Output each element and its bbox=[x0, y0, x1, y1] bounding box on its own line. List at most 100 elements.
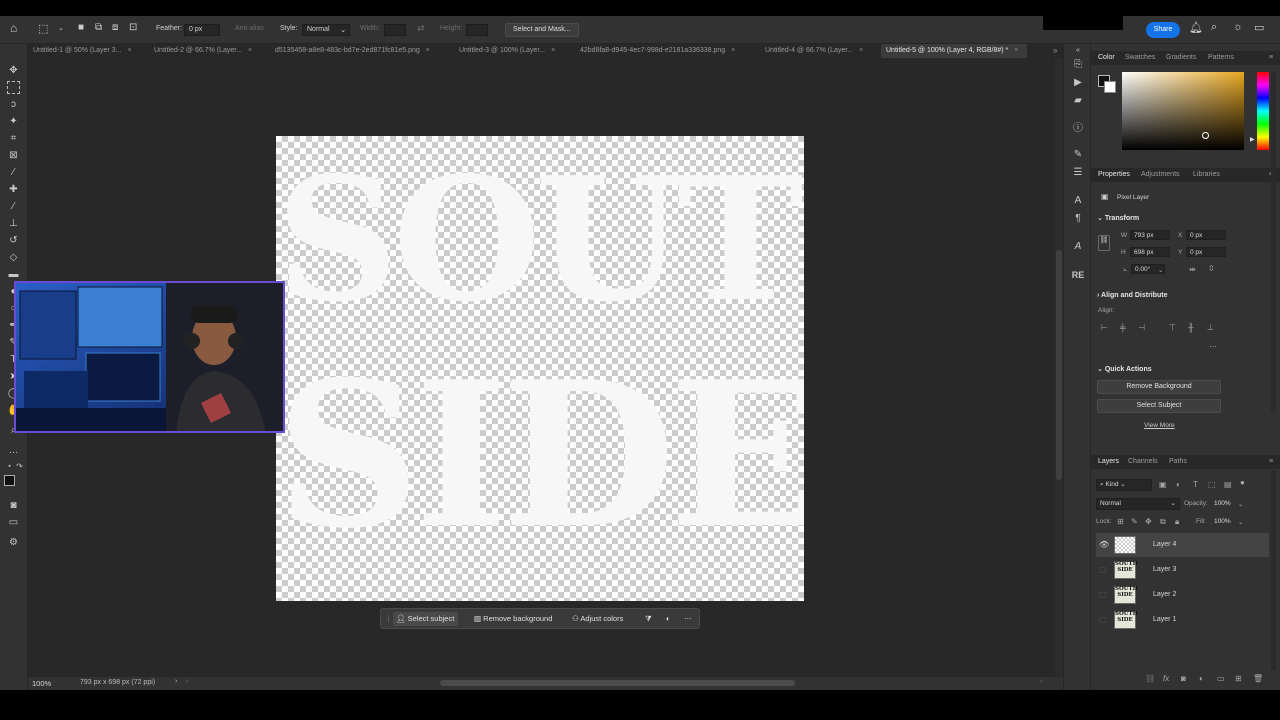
transform-section-title[interactable]: ⌄ Transform bbox=[1097, 214, 1139, 222]
lock-pixels-icon[interactable]: ✎ bbox=[1131, 517, 1138, 526]
workspace-icon[interactable]: ▭ bbox=[1254, 21, 1264, 34]
brush-icon[interactable]: ∕ bbox=[7, 200, 20, 213]
search-icon[interactable]: ⌕ bbox=[1211, 21, 1217, 34]
color-picker-field[interactable] bbox=[1122, 72, 1244, 150]
eye-icon[interactable]: 👁︎ bbox=[1099, 540, 1109, 549]
tab-d5135458-png[interactable]: d5135458-a8e8-483c-bd7e-2ed871fc81e5.png… bbox=[270, 44, 453, 58]
select-and-mask-button[interactable]: Select and Mask... bbox=[505, 23, 579, 37]
close-icon[interactable]: × bbox=[426, 47, 430, 54]
history-brush-icon[interactable]: ↺ bbox=[7, 234, 20, 247]
lock-artboard-icon[interactable]: ⧉ bbox=[1160, 517, 1166, 527]
flip-horizontal-icon[interactable]: ⇹ bbox=[1189, 265, 1196, 274]
swap-colors-icon[interactable]: ↷ bbox=[13, 460, 26, 473]
visibility-toggle[interactable]: ▢ bbox=[1099, 615, 1107, 624]
chevron-down-icon[interactable]: ⌄ bbox=[1238, 500, 1243, 508]
adjustment-layer-icon[interactable]: ◐ bbox=[1199, 674, 1204, 683]
swap-icon[interactable]: ⇄ bbox=[417, 23, 425, 34]
tab-untitled-1[interactable]: Untitled-1 @ 50% (Layer 3... × bbox=[28, 44, 148, 58]
filter-type-icon[interactable]: T bbox=[1193, 480, 1198, 489]
chevron-down-icon[interactable]: ⌄ bbox=[1238, 518, 1243, 526]
info-icon[interactable]: ⓘ bbox=[1071, 122, 1085, 136]
tab-gradients[interactable]: Gradients bbox=[1166, 54, 1196, 61]
align-section-title[interactable]: › Align and Distribute bbox=[1097, 292, 1168, 299]
link-icon[interactable]: ⛓ bbox=[1098, 235, 1110, 251]
foreground-color-swatch[interactable] bbox=[4, 475, 15, 486]
height-input[interactable] bbox=[466, 24, 488, 36]
eraser-icon[interactable]: ◇ bbox=[7, 251, 20, 264]
quick-actions-title[interactable]: ⌄ Quick Actions bbox=[1097, 365, 1152, 373]
screen-mode-icon[interactable]: ▭ bbox=[7, 516, 20, 529]
history-icon[interactable]: ⎘ bbox=[1071, 58, 1085, 72]
home-icon[interactable]: ⌂ bbox=[10, 21, 17, 35]
more-tools-icon[interactable]: … bbox=[7, 444, 20, 457]
align-left-icon[interactable]: ⊢ bbox=[1101, 323, 1108, 332]
move-tool-icon[interactable]: ✥ bbox=[7, 64, 20, 77]
visibility-toggle[interactable]: ▢ bbox=[1099, 590, 1107, 599]
adjust-colors-button[interactable]: ⚇ Adjust colors bbox=[569, 612, 627, 626]
align-middle-v-icon[interactable]: ╫ bbox=[1188, 323, 1194, 332]
y-field[interactable]: 0 px bbox=[1186, 247, 1226, 257]
crop-icon[interactable]: ⌗ bbox=[7, 132, 20, 145]
zoom-level[interactable]: 100% bbox=[32, 679, 51, 688]
comments-icon[interactable]: ▰ bbox=[1071, 94, 1085, 108]
tab-patterns[interactable]: Patterns bbox=[1208, 54, 1234, 61]
remove-background-quick-button[interactable]: Remove Background bbox=[1097, 380, 1221, 394]
flip-vertical-icon[interactable]: ⇳ bbox=[1208, 264, 1215, 273]
align-top-icon[interactable]: ⊤ bbox=[1169, 323, 1176, 332]
style-select[interactable]: Normal ⌄ bbox=[302, 24, 350, 36]
paragraph-icon[interactable]: ¶ bbox=[1071, 212, 1085, 226]
intersect-selection-icon[interactable]: ⊡ bbox=[129, 22, 137, 33]
close-icon[interactable]: × bbox=[859, 47, 863, 54]
close-icon[interactable]: × bbox=[731, 47, 735, 54]
add-selection-icon[interactable]: ⧉ bbox=[95, 22, 102, 33]
more-options-icon[interactable]: ⋯ bbox=[681, 612, 696, 626]
blend-mode-select[interactable]: Normal ⌄ bbox=[1096, 498, 1180, 510]
tab-untitled-3[interactable]: Untitled-3 @ 100% (Layer... × bbox=[454, 44, 574, 58]
filter-pixel-icon[interactable]: ▣ bbox=[1159, 480, 1167, 489]
fx-icon[interactable]: fx bbox=[1163, 674, 1169, 683]
width-field[interactable]: 793 px bbox=[1130, 230, 1170, 240]
scroll-right-icon[interactable]: › bbox=[1040, 678, 1042, 685]
tab-layers[interactable]: Layers bbox=[1098, 458, 1119, 465]
align-right-icon[interactable]: ⊣ bbox=[1138, 323, 1145, 332]
new-group-icon[interactable]: ▭ bbox=[1217, 674, 1225, 683]
link-layers-icon[interactable]: ⛓ bbox=[1145, 674, 1155, 683]
subtract-selection-icon[interactable]: ⧈ bbox=[112, 22, 118, 33]
height-field[interactable]: 698 px bbox=[1130, 247, 1170, 257]
filter-smart-object-icon[interactable]: ▤ bbox=[1224, 480, 1232, 489]
new-layer-icon[interactable]: ⊞ bbox=[1235, 674, 1242, 683]
fill-value[interactable]: 100% bbox=[1214, 518, 1231, 525]
tab-libraries[interactable]: Libraries bbox=[1193, 171, 1220, 178]
layer-kind-filter[interactable]: ⌕ Kind ⌄ bbox=[1096, 479, 1152, 491]
brush-settings-icon[interactable]: ✎ bbox=[1071, 148, 1085, 162]
marquee-preset-icon[interactable]: ⬚ bbox=[38, 22, 48, 35]
hue-slider-handle[interactable]: ▶ bbox=[1250, 136, 1255, 143]
more-align-icon[interactable]: ⋯ bbox=[1209, 342, 1217, 351]
select-subject-quick-button[interactable]: Select Subject bbox=[1097, 399, 1221, 413]
panel-menu-icon[interactable]: ≡ bbox=[1269, 54, 1273, 61]
layer-row-3[interactable]: ▢ SOUTH SIDE Layer 3 bbox=[1096, 558, 1269, 582]
scroll-left-icon[interactable]: ‹ bbox=[186, 678, 188, 685]
tab-properties[interactable]: Properties bbox=[1098, 171, 1130, 178]
edit-toolbar-icon[interactable]: ⚙ bbox=[7, 536, 20, 549]
antialias-checkbox[interactable]: Anti-alias bbox=[235, 25, 264, 32]
tab-untitled-5[interactable]: Untitled-5 @ 100% (Layer 4, RGB/8#) * × bbox=[881, 44, 1027, 58]
collapse-panels-icon[interactable]: « bbox=[1071, 44, 1085, 58]
tab-paths[interactable]: Paths bbox=[1169, 458, 1187, 465]
tabs-overflow-icon[interactable]: » bbox=[1048, 44, 1057, 58]
panel-menu-icon[interactable]: ≡ bbox=[1269, 458, 1273, 465]
add-mask-icon[interactable]: ◙ bbox=[1181, 674, 1186, 683]
opacity-value[interactable]: 100% bbox=[1214, 500, 1231, 507]
tab-untitled-2[interactable]: Untitled-2 @ 66.7% (Layer... × bbox=[149, 44, 269, 58]
layer-row-4[interactable]: 👁︎ Layer 4 bbox=[1096, 533, 1269, 557]
healing-brush-icon[interactable]: ✚ bbox=[7, 183, 20, 196]
vertical-scroll-thumb[interactable] bbox=[1056, 250, 1062, 480]
share-button[interactable]: Share bbox=[1146, 22, 1180, 38]
layer-row-1[interactable]: ▢ SOUTH SIDE Layer 1 bbox=[1096, 608, 1269, 632]
actions-play-icon[interactable]: ▶ bbox=[1071, 76, 1085, 90]
glyphs-icon[interactable]: A bbox=[1071, 240, 1085, 254]
layer-row-2[interactable]: ▢ SOUTH SIDE Layer 2 bbox=[1096, 583, 1269, 607]
character-icon[interactable]: A bbox=[1071, 194, 1085, 208]
x-field[interactable]: 0 px bbox=[1186, 230, 1226, 240]
tab-adjustments[interactable]: Adjustments bbox=[1141, 171, 1180, 178]
